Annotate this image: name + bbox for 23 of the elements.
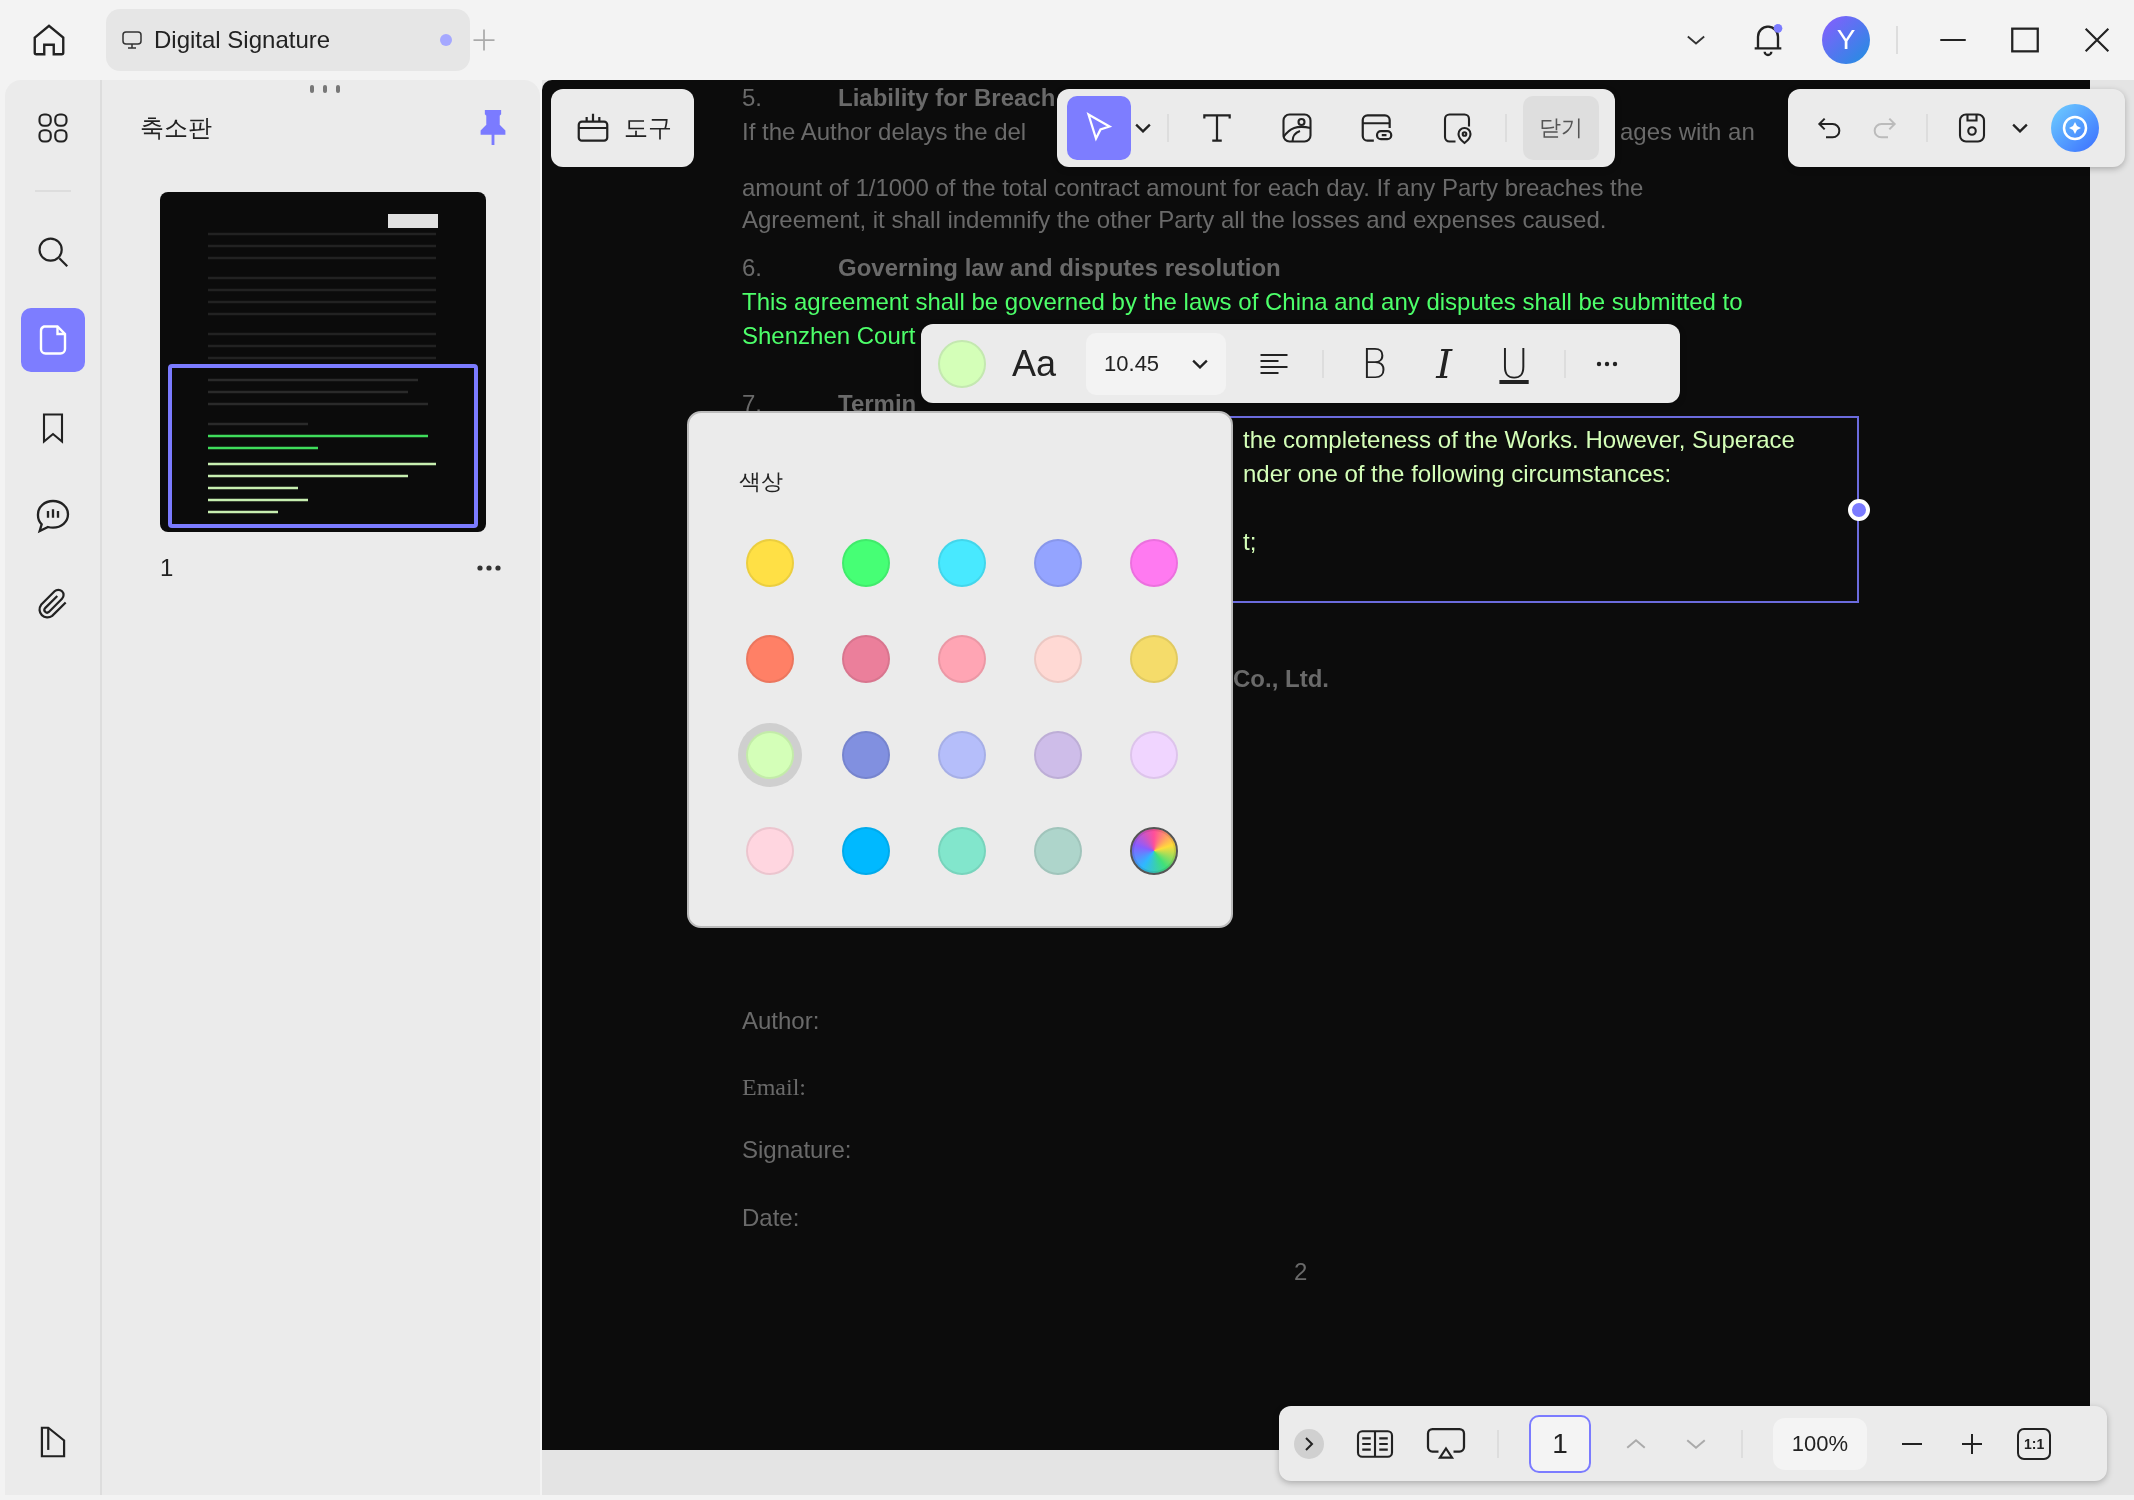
document-text: Email: <box>742 1073 806 1102</box>
tab-title: Digital Signature <box>154 26 332 54</box>
page-number: 1 <box>160 554 174 582</box>
section-heading: Governing law and disputes resolution <box>838 253 1281 283</box>
panel-title: 축소판 <box>140 113 212 143</box>
document-text: Agreement, it shall indemnify the other Party all the losses and expenses caused. <box>742 205 1607 235</box>
highlighted-text: Shenzhen Court <box>742 321 916 351</box>
document-text: Date: <box>742 1203 800 1233</box>
popup-title: 색상 <box>739 468 784 496</box>
section-number: 6. <box>742 253 762 283</box>
document-text: ages with an <box>1620 117 1755 147</box>
edited-text: nder one of the following circumstances: <box>1243 459 1672 489</box>
section-number: 5. <box>742 83 762 113</box>
edited-text: t; <box>1243 527 1257 557</box>
edited-text: the completeness of the Works. However, Superace <box>1243 425 1795 455</box>
highlighted-text: This agreement shall be governed by the laws of China and any disputes shall be submitted to <box>742 287 1743 317</box>
section-heading: Co., Ltd. <box>1233 664 1329 694</box>
document-text: amount of 1/1000 of the total contract amount for each day. If any Party breaches the <box>742 173 1644 203</box>
section-heading: Liability for Breach <box>838 83 1056 113</box>
document-text: If the Author delays the del <box>742 117 1027 147</box>
document-text: Signature: <box>742 1135 852 1165</box>
document-text: Author: <box>742 1006 820 1036</box>
document-text: 2 <box>1294 1257 1308 1287</box>
